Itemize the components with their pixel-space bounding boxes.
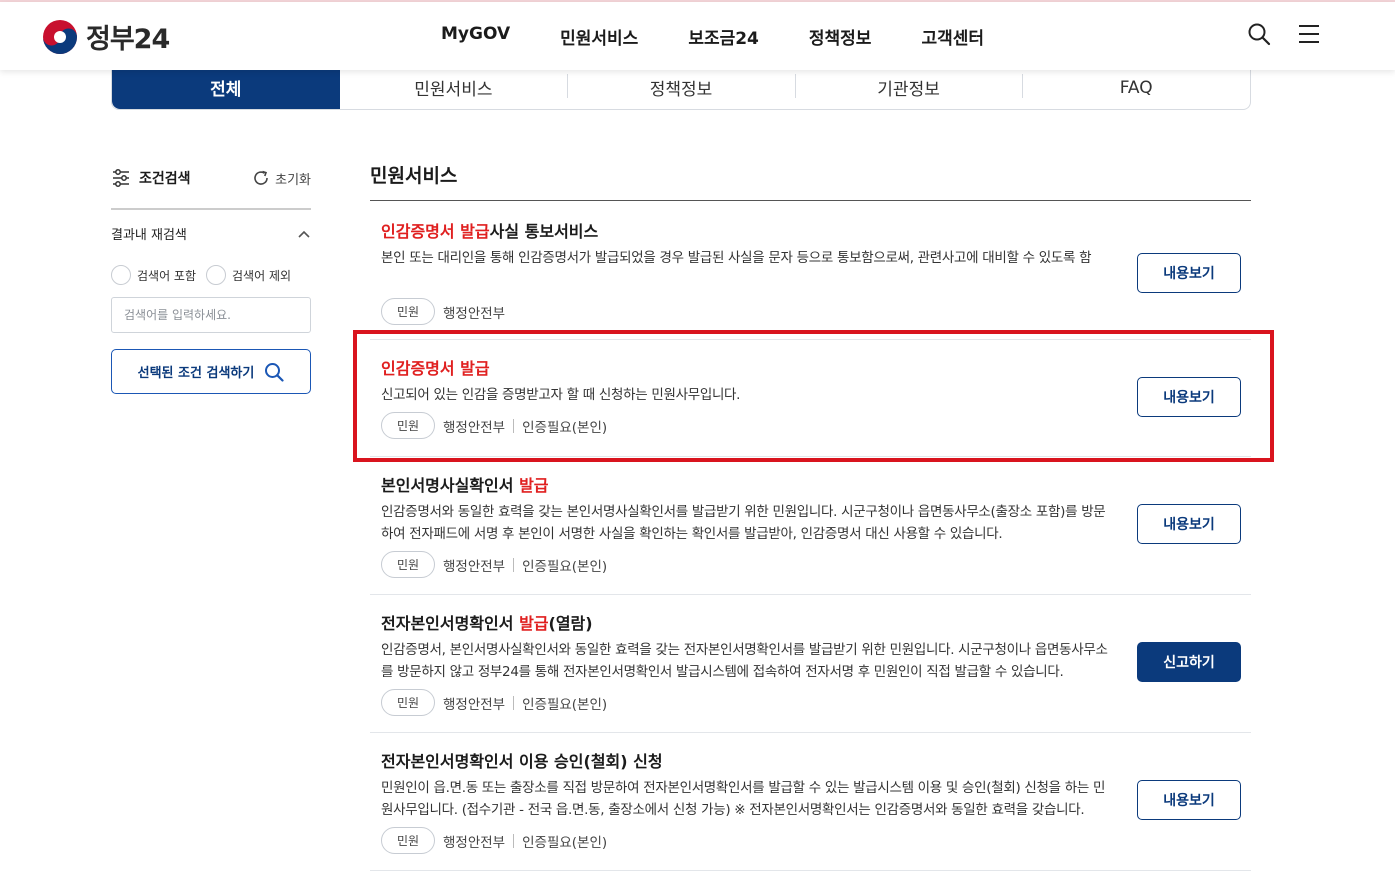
- result-meta: 민원 행정안전부 인증필요(본인): [381, 827, 607, 854]
- title-text: 본인서명사실확인서: [381, 476, 520, 495]
- title-text: (열람): [548, 614, 593, 633]
- meta-separator: [513, 833, 515, 848]
- title-keyword-highlight: 발급: [519, 614, 549, 633]
- filter-divider: [111, 208, 311, 210]
- auth-requirement: 인증필요(본인): [522, 834, 608, 851]
- title-text: 전자본인서명확인서: [381, 614, 520, 633]
- section-rule: [370, 200, 1251, 201]
- agency-name: 행정안전부: [443, 419, 506, 436]
- title-keyword-highlight: 발급: [519, 476, 549, 495]
- filter-sidebar: 조건검색 초기화 결과내 재검색 검색어 포함 검색어 제외 선택된 조건 검색…: [111, 160, 311, 394]
- result-title[interactable]: 본인서명사실확인서 발급: [381, 472, 549, 496]
- result-meta: 민원 행정안전부 인증필요(본인): [381, 689, 607, 716]
- type-badge: 민원: [381, 412, 435, 439]
- apply-filter-search-label: 선택된 조건 검색하기: [137, 366, 255, 381]
- result-description: 인감증명서, 본인서명사실확인서와 동일한 효력을 갖는 전자본인서명확인서를 …: [381, 642, 1108, 680]
- section-title: 민원서비스: [370, 165, 458, 187]
- nav-item-subsidy24[interactable]: 보조금24: [663, 24, 784, 49]
- result-description: 본인 또는 대리인을 통해 인감증명서가 발급되었을 경우 발급된 사실을 문자…: [381, 250, 1092, 266]
- result-description: 인감증명서와 동일한 효력을 갖는 본인서명사실확인서를 발급받기 위한 민원입…: [381, 504, 1106, 542]
- search-mode-radios: 검색어 포함 검색어 제외: [111, 265, 311, 285]
- view-details-button[interactable]: 내용보기: [1137, 377, 1241, 417]
- type-badge: 민원: [381, 689, 435, 716]
- meta-separator: [513, 695, 515, 710]
- search-icon[interactable]: [1247, 22, 1271, 46]
- agency-name: 행정안전부: [443, 834, 506, 851]
- refine-search-label: 결과내 재검색: [111, 228, 187, 243]
- radio-exclude-label: 검색어 제외: [232, 268, 292, 283]
- search-icon: [265, 362, 284, 382]
- taegeuk-logo-icon: [43, 19, 77, 54]
- refine-search-section[interactable]: 결과내 재검색: [111, 224, 311, 243]
- title-keyword-highlight: 인감증명서 발급: [381, 359, 490, 378]
- nav-item-customer-center[interactable]: 고객센터: [896, 24, 1009, 49]
- site-header: 정부24 MyGOV 민원서비스 보조금24 정책정보 고객센터: [0, 2, 1395, 70]
- results-main: 민원서비스: [370, 160, 1251, 201]
- auth-requirement: 인증필요(본인): [522, 558, 608, 575]
- filter-title: 조건검색: [111, 168, 191, 188]
- title-keyword-highlight: 인감증명서 발급: [381, 222, 490, 241]
- site-logo[interactable]: 정부24: [42, 17, 170, 56]
- radio-exclude-circle[interactable]: [206, 265, 227, 285]
- type-badge: 민원: [381, 551, 435, 578]
- main-navigation: MyGOV 민원서비스 보조금24 정책정보 고객센터: [416, 24, 1009, 49]
- chevron-up-icon[interactable]: [297, 229, 311, 239]
- agency-name: 행정안전부: [443, 558, 506, 575]
- result-item: 전자본인서명확인서 이용 승인(철회) 신청민원인이 읍.면.동 또는 출장소를…: [370, 733, 1251, 871]
- refine-search-input[interactable]: [111, 297, 311, 333]
- radio-include-circle[interactable]: [111, 265, 131, 285]
- apply-button[interactable]: 신고하기: [1137, 642, 1241, 682]
- apply-filter-search-button[interactable]: 선택된 조건 검색하기: [111, 349, 311, 394]
- header-actions: [1247, 22, 1321, 46]
- result-title[interactable]: 인감증명서 발급: [381, 355, 490, 379]
- result-meta: 민원 행정안전부 인증필요(본인): [381, 551, 607, 578]
- radio-include-keyword[interactable]: 검색어 포함: [111, 265, 196, 285]
- radio-include-label: 검색어 포함: [137, 268, 197, 283]
- radio-exclude-keyword[interactable]: 검색어 제외: [206, 265, 291, 285]
- view-details-button[interactable]: 내용보기: [1137, 504, 1241, 544]
- reset-label: 초기화: [275, 172, 311, 188]
- view-details-button[interactable]: 내용보기: [1137, 780, 1241, 820]
- reset-button[interactable]: 초기화: [252, 169, 311, 188]
- title-text: 전자본인서명확인서 이용 승인(철회) 신청: [381, 752, 663, 771]
- nav-item-policy-info[interactable]: 정책정보: [784, 24, 897, 49]
- menu-icon[interactable]: [1297, 22, 1321, 46]
- agency-name: 행정안전부: [443, 696, 506, 713]
- filter-header: 조건검색 초기화: [111, 160, 311, 196]
- result-title[interactable]: 전자본인서명확인서 이용 승인(철회) 신청: [381, 748, 663, 772]
- result-item: 인감증명서 발급신고되어 있는 인감을 증명받고자 할 때 신청하는 민원사무입…: [370, 340, 1251, 457]
- result-meta: 민원 행정안전부 인증필요(본인): [381, 412, 607, 439]
- result-item: 인감증명서 발급사실 통보서비스본인 또는 대리인을 통해 인감증명서가 발급되…: [370, 203, 1251, 340]
- nav-item-mygov[interactable]: MyGOV: [416, 24, 535, 49]
- result-item: 본인서명사실확인서 발급인감증명서와 동일한 효력을 갖는 본인서명사실확인서를…: [370, 457, 1251, 595]
- result-meta: 민원 행정안전부: [381, 298, 505, 325]
- view-details-button[interactable]: 내용보기: [1137, 253, 1241, 293]
- type-badge: 민원: [381, 827, 435, 854]
- agency-name: 행정안전부: [443, 305, 506, 322]
- type-badge: 민원: [381, 298, 435, 325]
- filter-sliders-icon: [113, 169, 129, 187]
- result-description: 민원인이 읍.면.동 또는 출장소를 직접 방문하여 전자본인서명확인서를 발급…: [381, 780, 1106, 818]
- result-description: 신고되어 있는 인감을 증명받고자 할 때 신청하는 민원사무입니다.: [381, 387, 741, 403]
- auth-requirement: 인증필요(본인): [522, 419, 608, 436]
- result-item: 전자본인서명확인서 발급(열람) 인감증명서, 본인서명사실확인서와 동일한 효력…: [370, 595, 1251, 733]
- result-title[interactable]: 인감증명서 발급사실 통보서비스: [381, 218, 598, 242]
- title-text: 사실 통보서비스: [489, 222, 599, 241]
- meta-separator: [513, 557, 515, 572]
- meta-separator: [513, 418, 515, 433]
- auth-requirement: 인증필요(본인): [522, 696, 608, 713]
- result-title[interactable]: 전자본인서명확인서 발급(열람): [381, 610, 593, 634]
- nav-item-civil-service[interactable]: 민원서비스: [535, 24, 663, 49]
- refresh-icon: [254, 170, 268, 185]
- filter-title-label: 조건검색: [139, 171, 191, 187]
- logo-text: 정부24: [86, 24, 170, 55]
